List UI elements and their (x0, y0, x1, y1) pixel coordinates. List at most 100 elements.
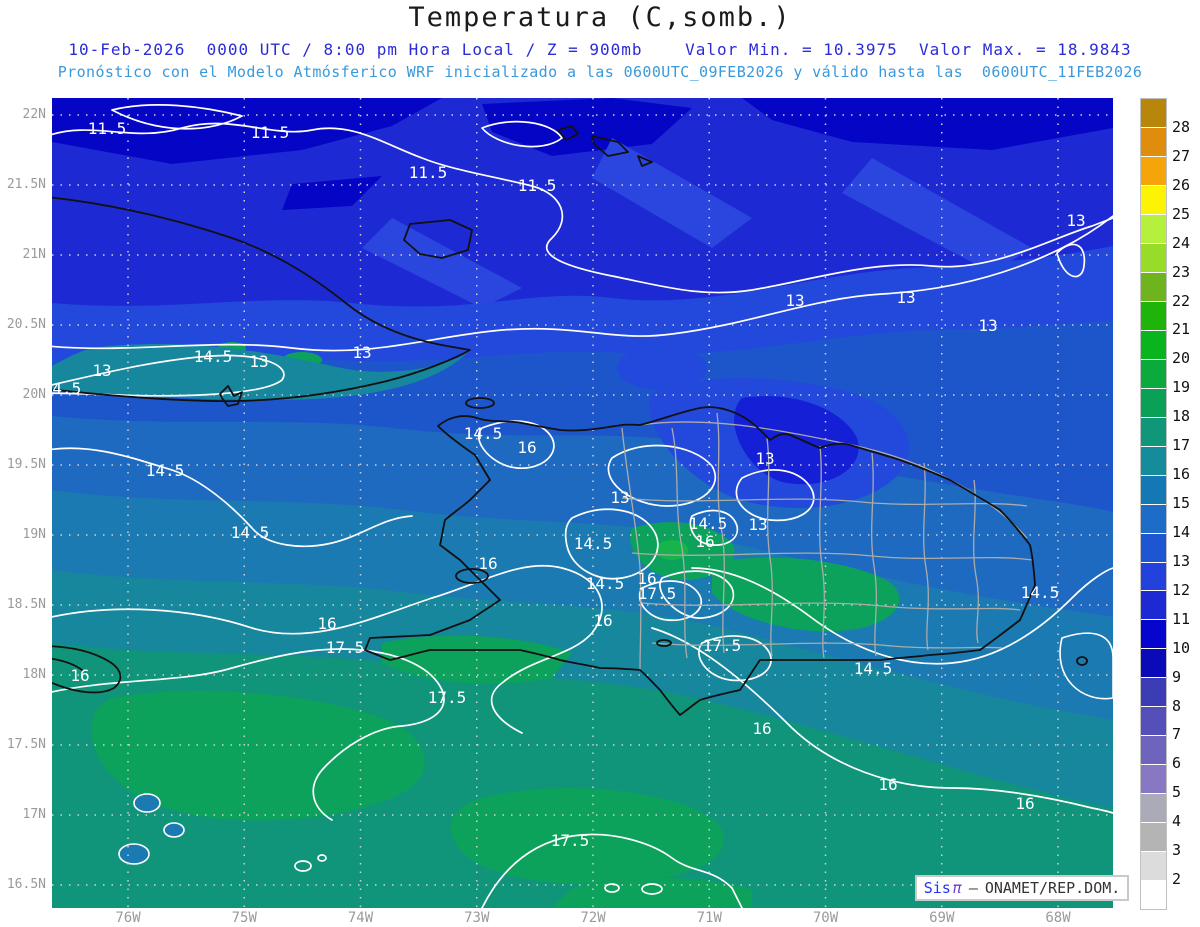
contour-label-16: 16 (752, 719, 771, 738)
contour-label-11.5: 11.5 (251, 123, 290, 142)
lat-tick-label: 16.5N (6, 877, 46, 892)
lat-tick-label: 22N (22, 107, 46, 122)
colorbar-segment (1141, 620, 1166, 650)
contour-label-14.5: 14.5 (1021, 583, 1060, 602)
agency-name: ONAMET/REP.DOM. (984, 879, 1121, 897)
colorbar-segment (1141, 852, 1166, 882)
colorbar-segment (1141, 591, 1166, 621)
contour-label-13: 13 (249, 352, 268, 371)
colorbar-tick-label: 20 (1172, 349, 1191, 368)
contour-label-17.5: 17.5 (428, 688, 467, 707)
colorbar-tick-label: 9 (1172, 667, 1182, 686)
lon-tick-label: 72W (580, 910, 606, 926)
colorbar-tick-label: 24 (1172, 233, 1191, 252)
colorbar-segment (1141, 359, 1166, 389)
contour-label-14.5: 14.5 (194, 347, 233, 366)
contour-label-16: 16 (1015, 794, 1034, 813)
contour-label-17.5: 17.5 (703, 636, 742, 655)
colorbar-segment (1141, 272, 1166, 302)
colorbar-tick-label: 25 (1172, 204, 1191, 223)
contour-label-13: 13 (755, 449, 774, 468)
contour-label-16: 16 (517, 438, 536, 457)
contour-label-13: 13 (92, 361, 111, 380)
contour-label-13: 13 (748, 515, 767, 534)
page-title: Temperatura (C,somb.) (408, 2, 792, 33)
colorbar-segment (1141, 794, 1166, 824)
lat-tick-label: 21.5N (6, 177, 46, 192)
colorbar-segment (1141, 475, 1166, 505)
colorbar-tick-label: 7 (1172, 725, 1182, 744)
contour-label-11.5: 11.5 (409, 163, 448, 182)
colorbar-segment (1141, 417, 1166, 447)
contour-label-14.5: 14.5 (854, 659, 893, 678)
contour-label-14.5: 14.5 (574, 534, 613, 553)
branding-separator: – (968, 879, 978, 897)
colorbar-segment (1141, 127, 1166, 157)
contour-label-13: 13 (610, 488, 629, 507)
sispi-branding-box: Sis π – ONAMET/REP.DOM. (915, 875, 1129, 901)
contour-label-14.5: 14.5 (231, 523, 270, 542)
lat-tick-label: 17.5N (6, 737, 46, 752)
lon-tick-label: 71W (696, 910, 722, 926)
model-init-line: Pronóstico con el Modelo Atmósferico WRF… (57, 63, 1143, 81)
colorbar-tick-label: 18 (1172, 407, 1191, 426)
colorbar-segment (1141, 243, 1166, 273)
weather-forecast-screen: Temperatura (C,somb.) 10-Feb-2026 0000 U… (0, 0, 1200, 927)
sispi-pi-symbol: π (952, 879, 962, 897)
colorbar-segment (1141, 99, 1166, 128)
lat-tick-label: 17N (22, 807, 46, 822)
colorbar-segment (1141, 881, 1166, 910)
colorbar-segment (1141, 823, 1166, 853)
contour-label-14.5: 14.5 (689, 514, 728, 533)
contour-label-16: 16 (478, 554, 497, 573)
lon-tick-label: 75W (231, 910, 257, 926)
forecast-map: 11.5 11.5 11.5 11.5 13 13 13 13 13 13 13 13 13 13 14.5… (52, 98, 1113, 908)
colorbar-tick-label: 19 (1172, 378, 1191, 397)
colorbar-tick-label: 4 (1172, 812, 1182, 831)
lat-tick-label: 20.5N (6, 317, 46, 332)
contour-label-13: 13 (785, 291, 804, 310)
colorbar-segment (1141, 765, 1166, 795)
colorbar-segment (1141, 736, 1166, 766)
colorbar-tick-label: 15 (1172, 494, 1191, 512)
colorbar-tick-label: 28 (1172, 117, 1191, 136)
colorbar-segment (1141, 707, 1166, 737)
lon-tick-label: 73W (464, 910, 490, 926)
contour-label-13: 13 (978, 316, 997, 335)
contour-label-14.5: 14.5 (52, 379, 81, 398)
lon-tick-label: 70W (812, 910, 839, 926)
lat-tick-label: 20N (22, 387, 46, 402)
contour-label-13: 13 (1066, 211, 1085, 230)
forecast-valid-time-line: 10-Feb-2026 0000 UTC / 8:00 pm Hora Loca… (68, 40, 1132, 59)
contour-label-11.5: 11.5 (88, 119, 127, 138)
contour-label-17.5: 17.5 (638, 584, 677, 603)
contour-label-16: 16 (593, 611, 612, 630)
colorbar-tick-label: 26 (1172, 175, 1191, 194)
contour-label-16: 16 (878, 775, 897, 794)
temperature-colorbar (1140, 98, 1167, 910)
lon-tick-label: 74W (347, 910, 374, 926)
colorbar-segment (1141, 156, 1166, 186)
colorbar-segment (1141, 330, 1166, 360)
lon-tick-label: 68W (1045, 910, 1071, 926)
contour-label-14.5: 14.5 (146, 461, 185, 480)
colorbar-tick-label: 21 (1172, 320, 1191, 339)
colorbar-tick-label: 2 (1172, 870, 1182, 889)
lat-tick-label: 19N (22, 527, 46, 542)
colorbar-segment (1141, 301, 1166, 331)
colorbar-tick-label: 22 (1172, 291, 1191, 310)
lat-tick-label: 21N (22, 247, 46, 262)
colorbar-segment (1141, 388, 1166, 418)
contour-label-16: 16 (317, 614, 336, 633)
colorbar-tick-label: 14 (1172, 522, 1191, 541)
colorbar-segment (1141, 504, 1166, 534)
lat-tick-label: 19.5N (6, 457, 46, 472)
lon-tick-label: 76W (115, 910, 141, 926)
contour-label-16: 16 (695, 532, 714, 551)
lat-tick-label: 18N (22, 667, 46, 682)
colorbar-tick-label: 5 (1172, 783, 1182, 802)
contour-label-17.5: 17.5 (551, 831, 590, 850)
colorbar-segment (1141, 185, 1166, 215)
contour-label-11.5: 11.5 (518, 176, 557, 195)
colorbar-tick-label: 17 (1172, 436, 1191, 455)
